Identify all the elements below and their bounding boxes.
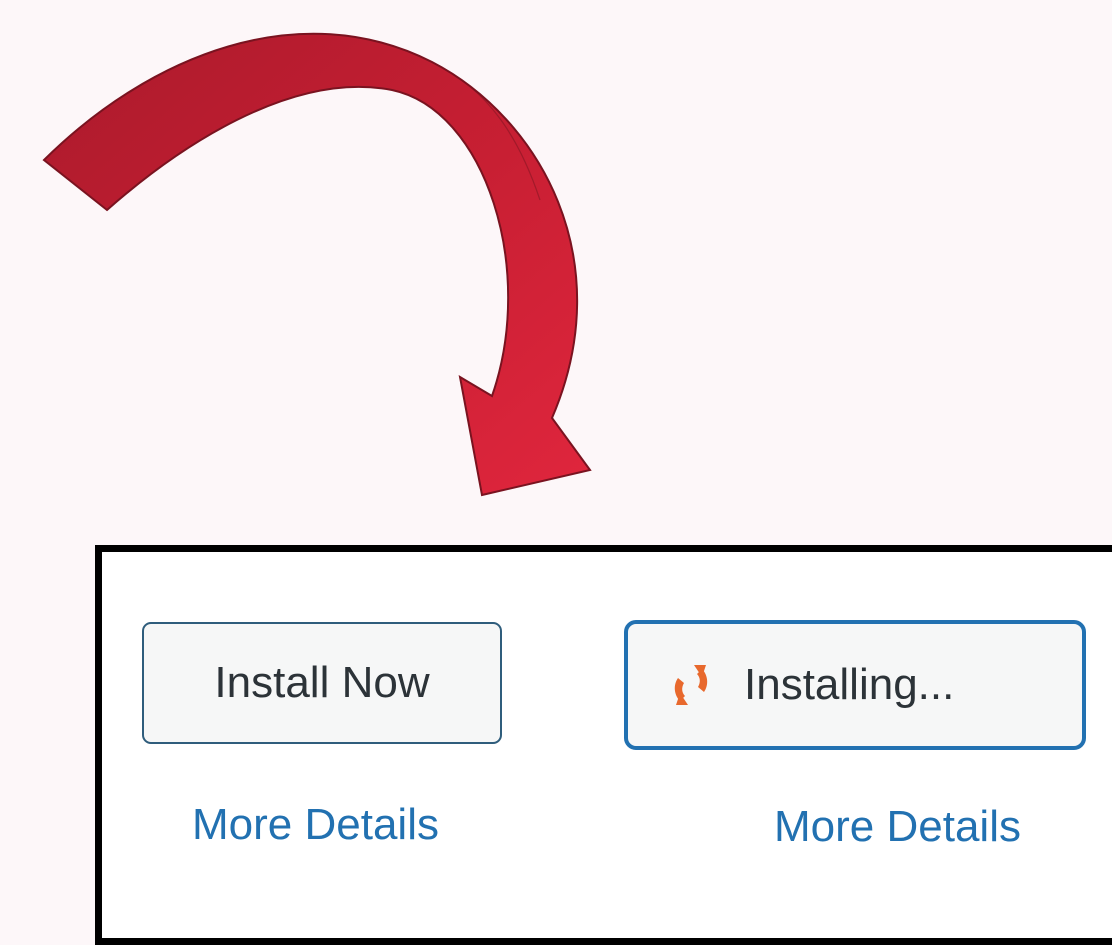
more-details-link[interactable]: More Details — [774, 802, 1021, 852]
more-details-link[interactable]: More Details — [192, 800, 439, 850]
installing-button[interactable]: Installing... — [624, 620, 1086, 750]
installing-label: Installing... — [744, 660, 955, 709]
install-now-button[interactable]: Install Now — [142, 622, 502, 744]
update-spinner-icon — [674, 665, 708, 705]
install-now-label: Install Now — [214, 658, 430, 707]
plugin-actions-panel: Install Now More Details Installing... M… — [95, 545, 1112, 945]
curved-arrow-icon — [42, 32, 592, 497]
